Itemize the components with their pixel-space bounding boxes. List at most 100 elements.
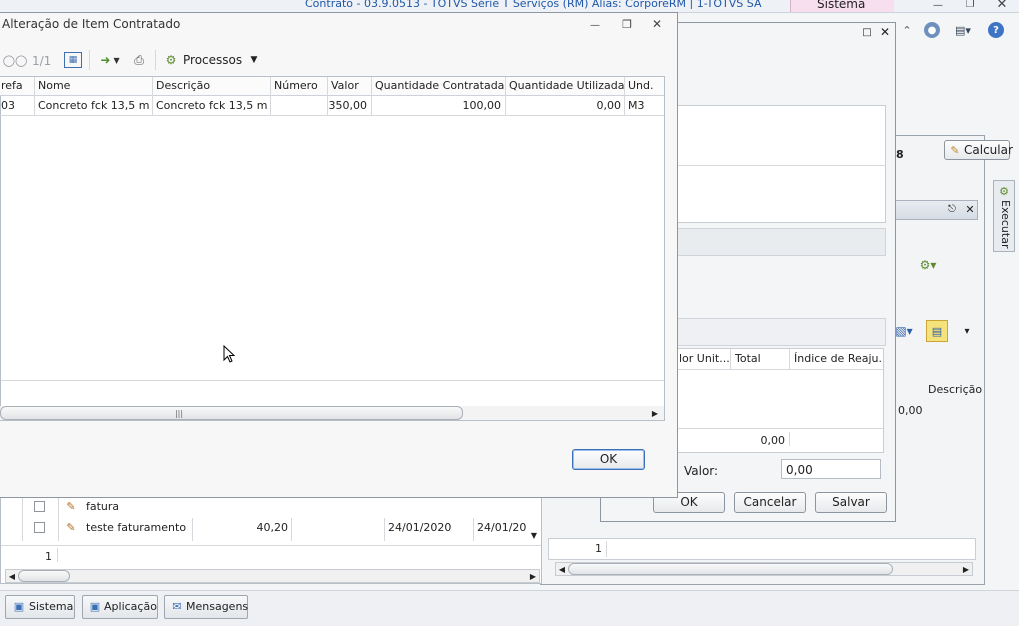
- row-date-start: 24/01/2020: [388, 521, 452, 534]
- close-window-icon[interactable]: ✕: [878, 25, 892, 39]
- row-name: teste faturamento: [86, 521, 186, 534]
- right-page-number: 1: [595, 542, 602, 555]
- taskbar-tab-label: Mensagens: [186, 600, 249, 613]
- salvar-label: Salvar: [832, 495, 870, 509]
- grid-head-line: [677, 369, 883, 370]
- form-divider: [676, 165, 886, 166]
- monitor-icon: ▣: [89, 600, 101, 613]
- row-checkbox[interactable]: [34, 522, 45, 533]
- calendar-icon[interactable]: ▦: [64, 52, 82, 68]
- cell-valor: 350,00: [328, 99, 368, 112]
- restore-app-icon[interactable]: ❐: [962, 0, 978, 10]
- scroll-right-icon[interactable]: ▶: [527, 570, 539, 582]
- col-total[interactable]: Total: [735, 352, 785, 365]
- col-qtd-utilizada[interactable]: Quantidade Utilizada: [509, 79, 624, 92]
- help-icon[interactable]: ?: [988, 22, 1004, 38]
- pager-sep: [57, 548, 58, 562]
- calc-side-value: 8: [896, 148, 904, 161]
- col-descricao[interactable]: Descrição: [156, 79, 268, 92]
- binoculars-icon[interactable]: ◯◯: [3, 52, 28, 68]
- col-sep: [730, 349, 731, 369]
- list-page-number: 1: [45, 550, 52, 563]
- processos-gear-icon: ⚙: [165, 53, 177, 67]
- table-footer-line: [1, 380, 664, 381]
- right-scroll-thumb[interactable]: [568, 563, 893, 575]
- scroll-right-icon[interactable]: ▶: [649, 407, 661, 419]
- toolbar-sep: [155, 50, 156, 70]
- dialog-ok-label: OK: [599, 452, 618, 466]
- col-qtd-contratada[interactable]: Quantidade Contratada: [375, 79, 505, 92]
- scroll-left-icon[interactable]: ◀: [556, 563, 568, 575]
- col-sep: [789, 432, 790, 446]
- close-app-icon[interactable]: ✕: [994, 0, 1010, 12]
- cell-qtd-contratada: 100,00: [462, 99, 502, 112]
- print-icon[interactable]: ⎙: [130, 52, 148, 68]
- pin-icon[interactable]: ⎋: [946, 203, 958, 215]
- section-bar: [676, 228, 886, 256]
- executar-label: Executar: [999, 200, 1012, 249]
- export-icon[interactable]: ➜ ▼: [94, 52, 126, 68]
- col-sep: [789, 349, 790, 369]
- thumb-grip-icon: |||: [174, 408, 184, 418]
- cell-qtd-utilizada: 0,00: [596, 99, 622, 112]
- row-name: fatura: [86, 500, 118, 513]
- close-dialog-icon[interactable]: ✕: [650, 17, 664, 31]
- row-date-end: 24/01/202: [477, 521, 527, 534]
- descricao-header: Descrição: [928, 383, 983, 396]
- task-icon: ✎: [66, 499, 76, 513]
- sistema-tab-label: Sistema: [817, 0, 866, 11]
- dialog-title: Alteração de Item Contratado: [2, 17, 181, 31]
- mouse-cursor: [223, 344, 236, 366]
- grid-total-value: 0,00: [760, 434, 786, 447]
- more-dropdown-icon[interactable]: ▾: [958, 322, 976, 340]
- col-valor-unit[interactable]: lor Unit...: [679, 352, 729, 365]
- cell-und: M3: [628, 99, 645, 112]
- minimize-app-icon[interactable]: —: [930, 0, 946, 11]
- taskbar-tab-label: Aplicação: [104, 600, 157, 613]
- restore-window-icon[interactable]: □: [860, 26, 874, 38]
- list-scroll-thumb[interactable]: [18, 570, 70, 582]
- row-checkbox[interactable]: [34, 501, 45, 512]
- calculator-icon: ✎: [950, 143, 960, 157]
- dialog-scroll-thumb[interactable]: [0, 406, 463, 420]
- app-title: Contrato - 03.9.0513 - TOTVS Série T Ser…: [305, 0, 762, 9]
- task-icon: ✎: [66, 520, 76, 534]
- restore-dialog-icon[interactable]: ❐: [620, 17, 634, 31]
- process-gear-icon[interactable]: ⚙▾: [912, 256, 944, 274]
- right-pager-bar: [548, 538, 976, 560]
- valor-label: Valor:: [684, 464, 719, 478]
- pager-label: 1/1: [32, 54, 52, 68]
- minimize-dialog-icon[interactable]: —: [588, 19, 602, 31]
- col-nome[interactable]: Nome: [38, 79, 150, 92]
- col-und[interactable]: Und.: [628, 79, 662, 92]
- scroll-left-icon[interactable]: ◀: [6, 570, 18, 582]
- scroll-right-icon[interactable]: ▶: [960, 563, 972, 575]
- pager-sep: [606, 541, 607, 557]
- cell-tarefa: 03: [1, 99, 15, 112]
- messages-icon: ✉: [172, 600, 182, 613]
- highlight-icon[interactable]: ▤: [926, 320, 948, 342]
- form-area: [676, 105, 886, 223]
- list-vscroll-down-icon[interactable]: ▼: [528, 530, 540, 540]
- globe-icon[interactable]: ●: [924, 22, 940, 38]
- col-valor[interactable]: Valor: [331, 79, 371, 92]
- value-cell: 0,00: [898, 404, 923, 417]
- col-numero[interactable]: Número: [274, 79, 326, 92]
- chevron-up-icon[interactable]: ⌃: [900, 22, 914, 38]
- list-hscroll[interactable]: [5, 569, 540, 583]
- toolbar-sep: [89, 50, 90, 70]
- row-value: 40,20: [256, 521, 289, 534]
- valor-field-value: 0,00: [786, 463, 813, 477]
- layout-icon[interactable]: ▤▾: [950, 22, 976, 38]
- grid-toolbar: [676, 318, 886, 346]
- grid-total-line: [677, 428, 883, 429]
- col-tarefa[interactable]: refa: [1, 79, 33, 92]
- executar-icon: ⚙: [999, 184, 1009, 198]
- col-indice[interactable]: Índice de Reaju...: [794, 352, 882, 365]
- cancelar-label: Cancelar: [743, 495, 797, 509]
- monitor-icon: ▣: [13, 600, 25, 613]
- processos-label: Processos: [183, 53, 243, 67]
- list-pager-line: [1, 545, 541, 546]
- items-table: [0, 76, 665, 421]
- close-subpanel-icon[interactable]: ✕: [964, 203, 976, 216]
